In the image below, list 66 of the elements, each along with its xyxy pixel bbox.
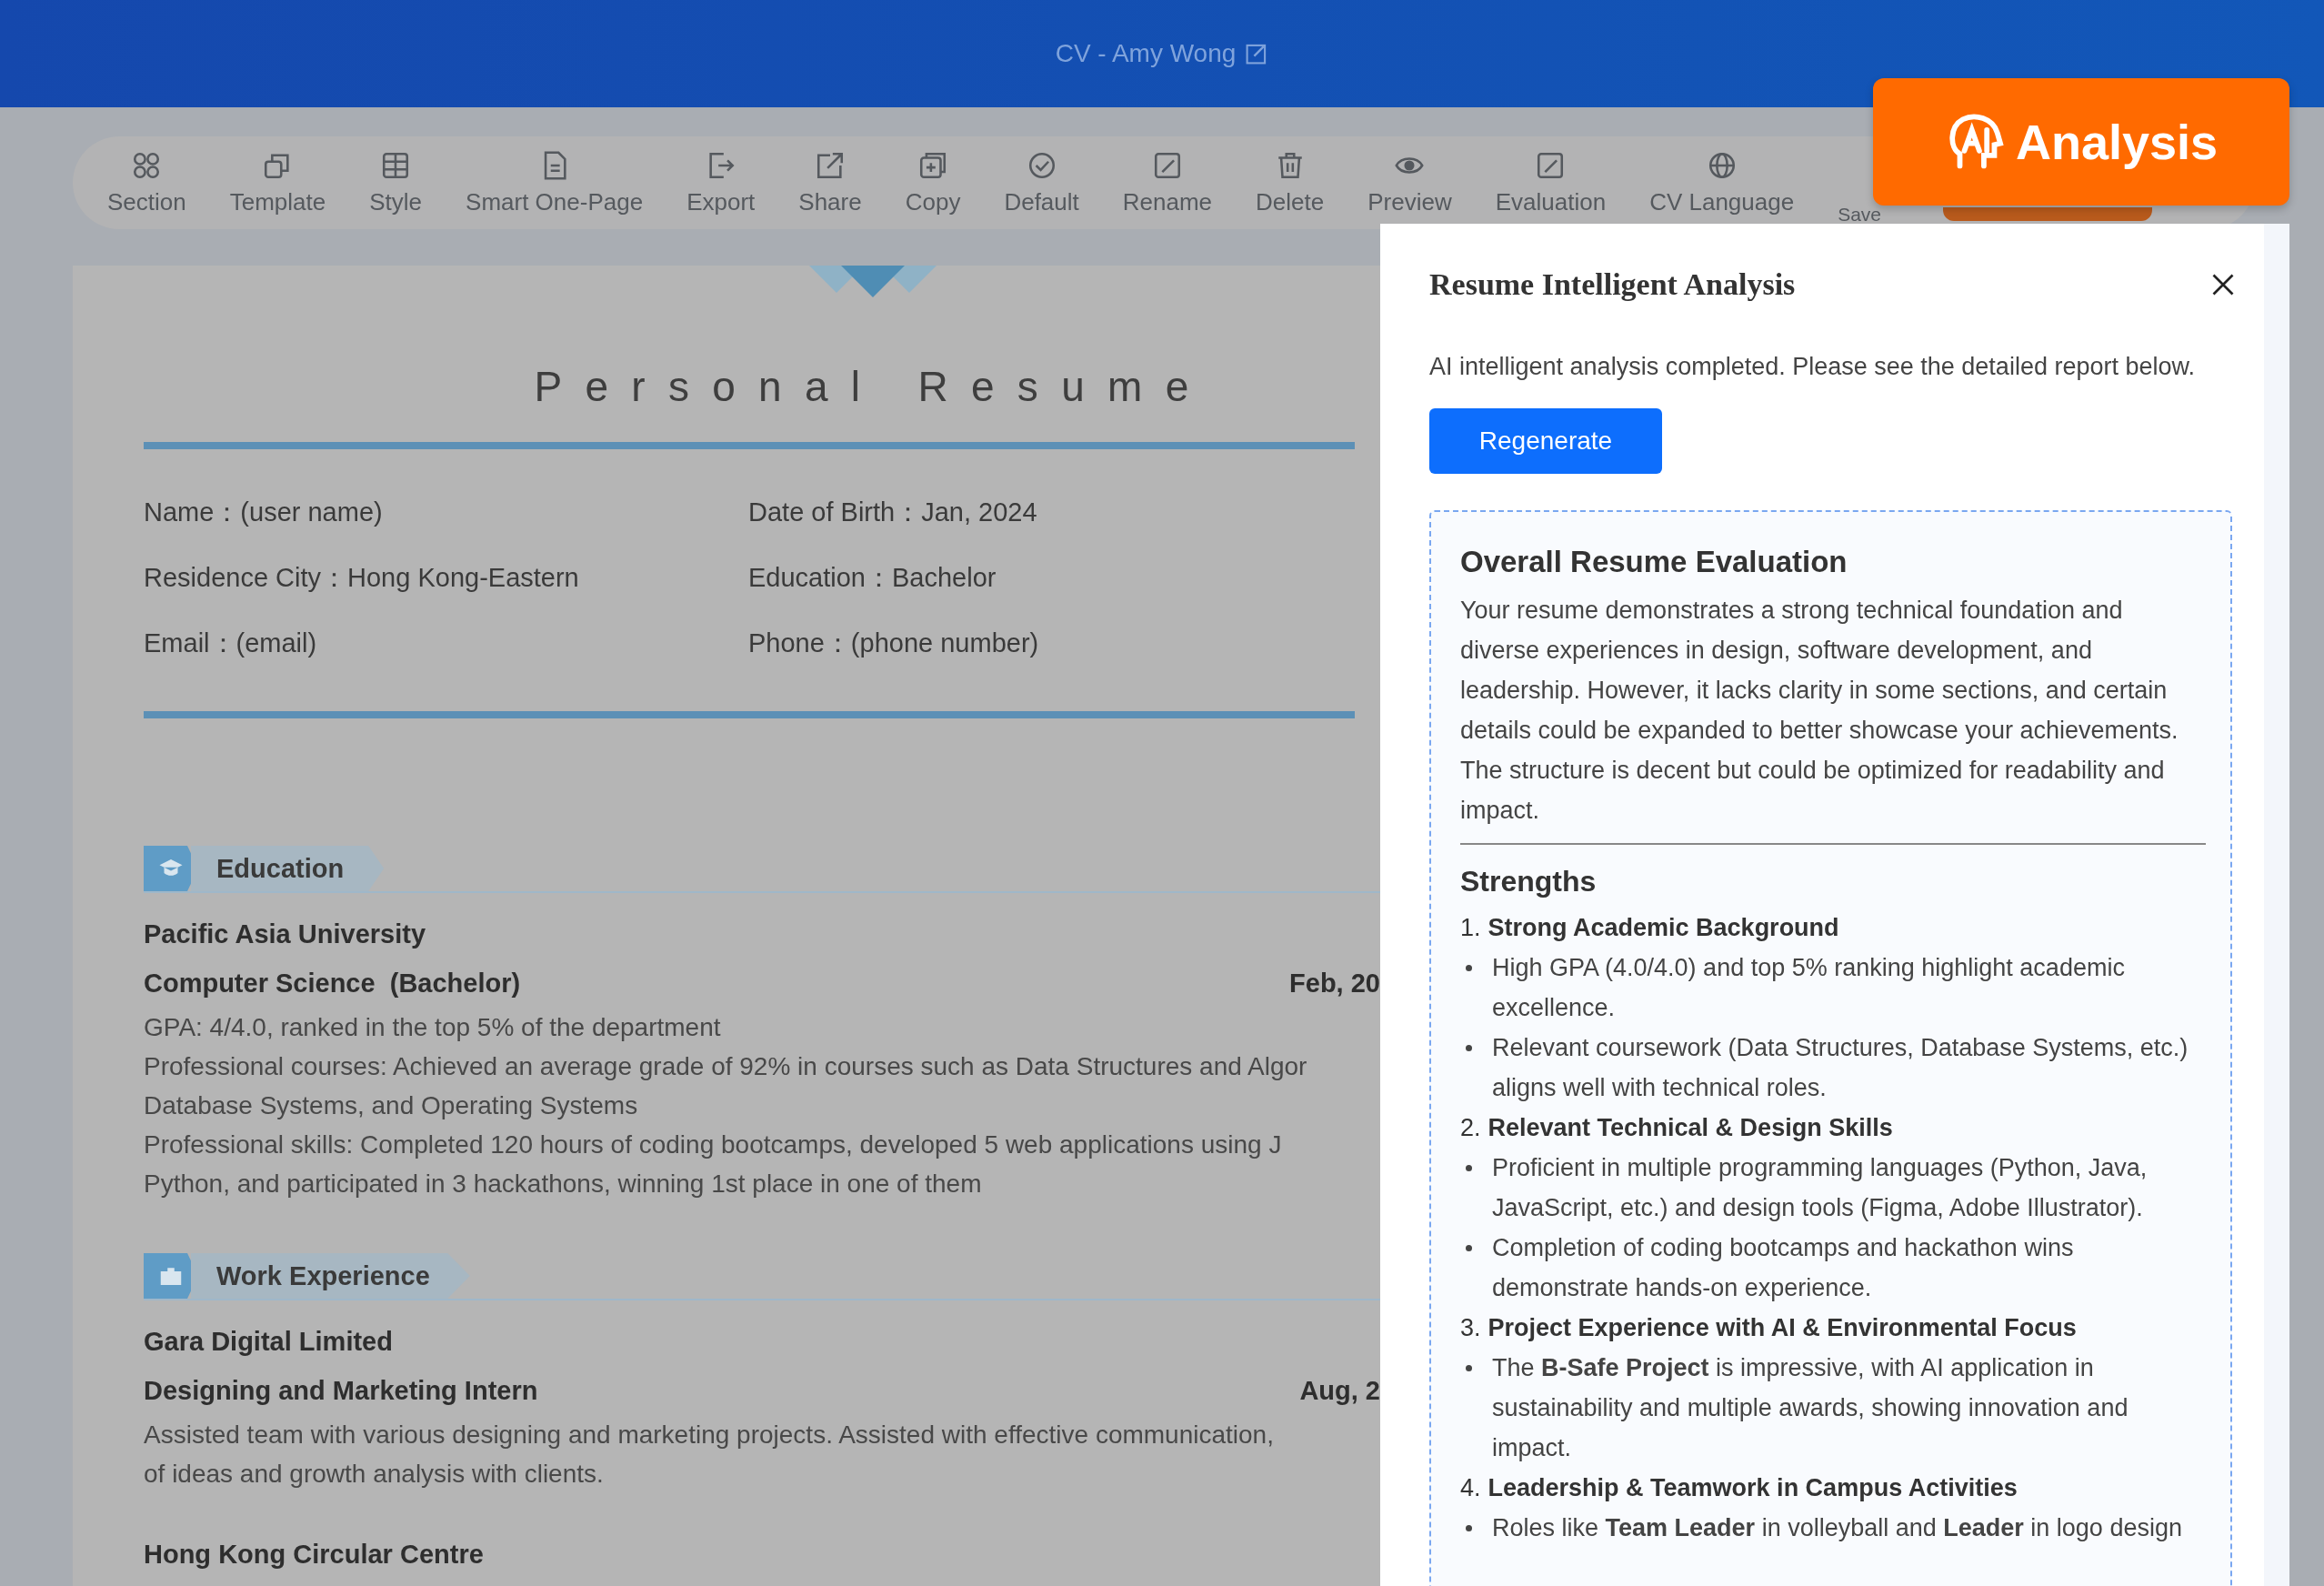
toolbar-button[interactable]: Export	[686, 149, 756, 216]
report-heading: Overall Resume Evaluation	[1460, 545, 1848, 579]
description-line: GPA: 4/4.0, ranked in the top 5% of the department	[144, 1012, 722, 1043]
organization-name: Hong Kong Circular Centre	[144, 1539, 485, 1571]
toolbar-button[interactable]: Evaluation	[1495, 149, 1607, 216]
regenerate-button[interactable]: Regenerate	[1429, 408, 1662, 474]
toolbar-button[interactable]: Rename	[1122, 149, 1213, 216]
bullet-icon	[1466, 1245, 1472, 1251]
strength-title: Strong Academic Background	[1488, 913, 1839, 943]
item-number: 1.	[1460, 913, 1481, 943]
toolbar-button[interactable]: Preview	[1367, 149, 1452, 216]
resume-title: Personal Resume	[534, 362, 1212, 412]
description-line: Python, and participated in 3 hackathons, winning 1st place in one of them	[144, 1169, 983, 1200]
strengths-heading: Strengths	[1460, 865, 1598, 898]
strength-point: High GPA (4.0/4.0) and top 5% ranking highlight academic excellence.	[1492, 953, 2126, 1023]
description-line: Database Systems, and Operating Systems	[144, 1090, 639, 1121]
bullet-icon	[1466, 1365, 1472, 1371]
strength-point: Proficient in multiple programming languages (Python, Java, JavaScript, etc.) and design tools (Figma, Adobe Illustrator).	[1492, 1153, 2149, 1223]
section-heading: Education	[191, 846, 385, 891]
organization-name: Gara Digital Limited	[144, 1326, 394, 1358]
role-title: Designing and Marketing Intern	[144, 1375, 538, 1407]
toolbar-button[interactable]: Style	[369, 149, 423, 216]
info-field: Phone：(phone number)	[748, 627, 1355, 658]
item-number: 4.	[1460, 1473, 1481, 1503]
info-field: Name：(user name)	[144, 497, 748, 527]
document-title: CV - Amy Wong	[1055, 39, 1237, 68]
strength-point: Relevant coursework (Data Structures, Database Systems, etc.) aligns well with technical roles.	[1492, 1033, 2189, 1103]
bullet-icon	[1466, 1045, 1472, 1051]
item-number: 3.	[1460, 1313, 1481, 1343]
section-heading: Work Experience	[191, 1253, 470, 1299]
description-line: of ideas and growth analysis with clients.	[144, 1459, 605, 1490]
description-line: Professional skills: Completed 120 hours of coding bootcamps, developed 5 web applications using J	[144, 1129, 1283, 1160]
info-field: Education：Bachelor	[748, 562, 1355, 593]
strength-title: Relevant Technical & Design Skills	[1488, 1113, 1893, 1143]
toolbar-button[interactable]: Save	[1838, 206, 1882, 222]
description-line: Assisted team with various designing and marketing projects. Assisted with effective communication,	[144, 1420, 1275, 1450]
strength-point: The B-Safe Project is impressive, with AI application in sustainability and multiple awards, showing innovation and impact.	[1492, 1353, 2129, 1463]
summary-paragraph: Your resume demonstrates a strong technical foundation and diverse experiences in design, software development, and leadership. However, it lacks clarity in some sections, and certain details could be expanded to better showcase your achievements. The structure is decent but could be optimized for readability and impact.	[1460, 596, 2179, 826]
info-field: Residence City：Hong Kong-Eastern	[144, 562, 748, 593]
strength-title: Leadership & Teamwork in Campus Activities	[1488, 1473, 2018, 1503]
bullet-icon	[1466, 1165, 1472, 1171]
toolbar-button[interactable]: Delete	[1256, 149, 1325, 216]
toolbar-button[interactable]: Template	[229, 149, 326, 216]
item-number: 2.	[1460, 1113, 1481, 1143]
strength-point: Completion of coding bootcamps and hackathon wins demonstrate hands-on experience.	[1492, 1233, 2075, 1303]
toolbar-button[interactable]: Copy	[905, 149, 961, 216]
organization-name: Pacific Asia University	[144, 918, 427, 950]
bullet-icon	[1466, 965, 1472, 971]
info-field: Email：(email)	[144, 627, 748, 658]
role-title: Computer Science (Bachelor)	[144, 968, 521, 999]
date-text: Aug, 2	[1299, 1375, 1380, 1407]
bullet-icon	[1466, 1525, 1472, 1531]
toolbar-button[interactable]: Share	[798, 149, 862, 216]
strength-title: Project Experience with AI & Environmental Focus	[1488, 1313, 2077, 1343]
date-text: Feb, 20	[1289, 968, 1380, 999]
toolbar-button[interactable]: CV Language	[1649, 149, 1795, 216]
info-field: Date of Birth：Jan, 2024	[748, 497, 1355, 527]
strength-point: Roles like Team Leader in volleyball and Leader in logo design	[1492, 1513, 2183, 1543]
toolbar-button[interactable]: Default	[1004, 149, 1079, 216]
action-button[interactable]	[1943, 207, 2153, 221]
panel-title: Resume Intelligent Analysis	[1429, 267, 1796, 302]
description-line: Professional courses: Achieved an average grade of 92% in courses such as Data Structures and Algor	[144, 1051, 1308, 1082]
status-message: AI intelligent analysis completed. Please see the detailed report below.	[1429, 353, 2196, 381]
toolbar-button[interactable]: Smart One-Page	[466, 149, 644, 216]
toolbar-button[interactable]: Section	[107, 149, 186, 216]
analysis-button[interactable]: Analysis	[1873, 78, 2289, 206]
